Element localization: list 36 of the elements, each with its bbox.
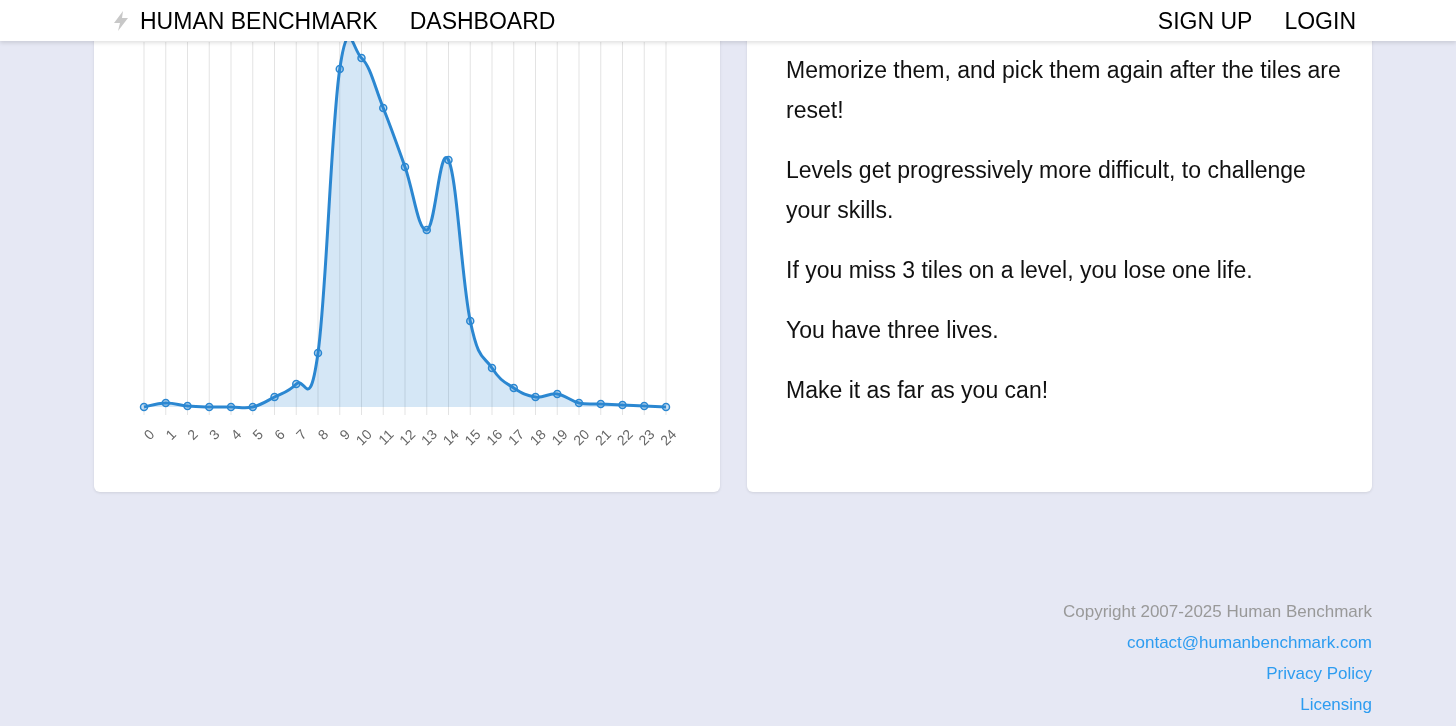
axis-label: 23 — [635, 426, 658, 449]
axis-label: 2 — [184, 426, 201, 443]
instruction-text: Memorize them, and pick them again after the tiles are reset! — [786, 56, 1342, 125]
lightning-icon — [112, 9, 130, 32]
axis-label: 0 — [140, 426, 158, 443]
axis-label: 15 — [461, 426, 484, 449]
axis-label: 10 — [352, 426, 375, 449]
axis-label: 11 — [375, 426, 397, 448]
axis-label: 19 — [548, 426, 571, 449]
axis-label: 21 — [591, 426, 615, 449]
axis-label: 5 — [249, 426, 267, 443]
nav-link[interactable]: SIGN UP — [1157, 10, 1253, 31]
instruction-text: You have three lives. — [786, 316, 1000, 345]
copyright-text: Copyright 2007-2025 Human Benchmark — [1063, 602, 1372, 621]
axis-label: 22 — [613, 426, 636, 449]
instruction-text: If you miss 3 tiles on a level, you lose one life. — [786, 256, 1254, 285]
axis-label: 7 — [292, 426, 310, 443]
axis-label: 1 — [162, 426, 180, 443]
axis-label: 14 — [439, 426, 462, 449]
axis-label: 12 — [396, 426, 419, 449]
nav-link[interactable]: DASHBOARD — [409, 10, 556, 31]
axis-label: 3 — [205, 426, 223, 443]
axis-label: 17 — [504, 426, 528, 449]
nav-link[interactable]: LOGIN — [1284, 10, 1356, 31]
axis-label: 9 — [336, 426, 354, 443]
axis-label: 13 — [417, 426, 441, 449]
axis-label: 18 — [526, 426, 549, 449]
instruction-text: Levels get progressively more difficult, to challenge your skills. — [786, 156, 1307, 225]
axis-label: 24 — [657, 426, 680, 449]
axis-label: 4 — [227, 426, 245, 443]
axis-label: 16 — [483, 426, 506, 449]
instruction-text: Make it as far as you can! — [786, 376, 1050, 405]
brand-link[interactable]: HUMAN BENCHMARK — [112, 9, 378, 32]
axis-label: 8 — [314, 426, 332, 443]
axis-label: 6 — [271, 426, 288, 443]
axis-label: 20 — [570, 426, 593, 449]
